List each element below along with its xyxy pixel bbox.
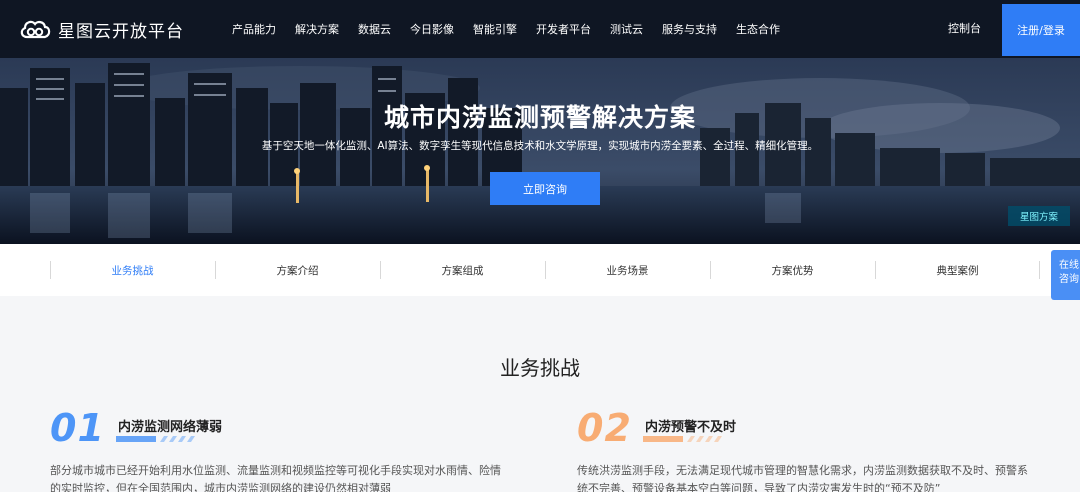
console-link[interactable]: 控制台: [948, 0, 981, 58]
online-consult-line1: 在线: [1059, 260, 1079, 271]
tab-solution-advantages[interactable]: 方案优势: [710, 244, 875, 296]
stripe-decoration-icon: [116, 436, 195, 442]
challenge-number: 01: [50, 406, 105, 450]
nav-item-smart-engine[interactable]: 智能引擎: [473, 21, 517, 37]
logo[interactable]: 星图云开放平台: [18, 16, 184, 42]
tab-solution-components[interactable]: 方案组成: [380, 244, 545, 296]
challenge-description-line: 的实时监控，但在全国范围内，城市内涝监测网络的建设仍然相对薄弱: [50, 482, 391, 492]
challenge-title: 内涝预警不及时: [645, 420, 737, 435]
nav-item-developer-platform[interactable]: 开发者平台: [536, 21, 591, 37]
challenge-description: 部分城市城市已经开始利用水位监测、流量监测和视频监控等可视化手段实现对水雨情、险…: [50, 462, 530, 492]
register-login-button[interactable]: 注册/登录: [1002, 4, 1080, 56]
nav-item-products[interactable]: 产品能力: [232, 21, 276, 37]
main-nav: 产品能力 解决方案 数据云 今日影像 智能引擎 开发者平台 测试云 服务与支持 …: [232, 21, 799, 37]
nav-item-data-cloud[interactable]: 数据云: [358, 21, 391, 37]
top-navigation-bar: 星图云开放平台 产品能力 解决方案 数据云 今日影像 智能引擎 开发者平台 测试…: [0, 0, 1080, 58]
nav-item-solutions[interactable]: 解决方案: [295, 21, 339, 37]
section-tabs: 业务挑战 方案介绍 方案组成 业务场景 方案优势 典型案例: [0, 244, 1080, 296]
section-title: 业务挑战: [500, 356, 580, 380]
consult-now-button[interactable]: 立即咨询: [490, 172, 600, 205]
xingtu-solution-badge: 星图方案: [1008, 206, 1070, 226]
tab-divider: [1039, 261, 1040, 279]
challenge-title: 内涝监测网络薄弱: [118, 420, 223, 435]
nav-item-service-support[interactable]: 服务与支持: [662, 21, 717, 37]
nav-item-ecosystem[interactable]: 生态合作: [736, 21, 780, 37]
tab-business-challenges[interactable]: 业务挑战: [50, 244, 215, 296]
challenge-description-line: 统不完善、预警设备基本空白等问题，导致了内涝灾害发生时的“预不及防”: [577, 482, 941, 492]
tab-typical-cases[interactable]: 典型案例: [875, 244, 1040, 296]
challenge-description-line: 部分城市城市已经开始利用水位监测、流量监测和视频监控等可视化手段实现对水雨情、险…: [50, 464, 501, 477]
logo-text: 星图云开放平台: [58, 21, 184, 42]
challenge-description-line: 传统洪涝监测手段，无法满足现代城市管理的智慧化需求，内涝监测数据获取不及时、预警…: [577, 464, 1028, 477]
challenge-number: 02: [577, 406, 632, 450]
online-consult-button[interactable]: 在线 咨询: [1051, 250, 1080, 300]
hero-title: 城市内涝监测预警解决方案: [383, 103, 696, 132]
challenge-description: 传统洪涝监测手段，无法满足现代城市管理的智慧化需求，内涝监测数据获取不及时、预警…: [577, 462, 1057, 492]
tab-business-scenarios[interactable]: 业务场景: [545, 244, 710, 296]
hero-subtitle: 基于空天地一体化监测、AI算法、数字孪生等现代信息技术和水文学原理，实现城市内涝…: [261, 140, 819, 152]
cloud-logo-icon: [20, 20, 51, 39]
nav-item-test-cloud[interactable]: 测试云: [610, 21, 643, 37]
stripe-decoration-icon: [643, 436, 722, 442]
online-consult-line2: 咨询: [1059, 274, 1079, 285]
nav-item-today-imagery[interactable]: 今日影像: [410, 21, 454, 37]
hero-banner: 城市内涝监测预警解决方案 基于空天地一体化监测、AI算法、数字孪生等现代信息技术…: [0, 58, 1080, 244]
tab-solution-intro[interactable]: 方案介绍: [215, 244, 380, 296]
